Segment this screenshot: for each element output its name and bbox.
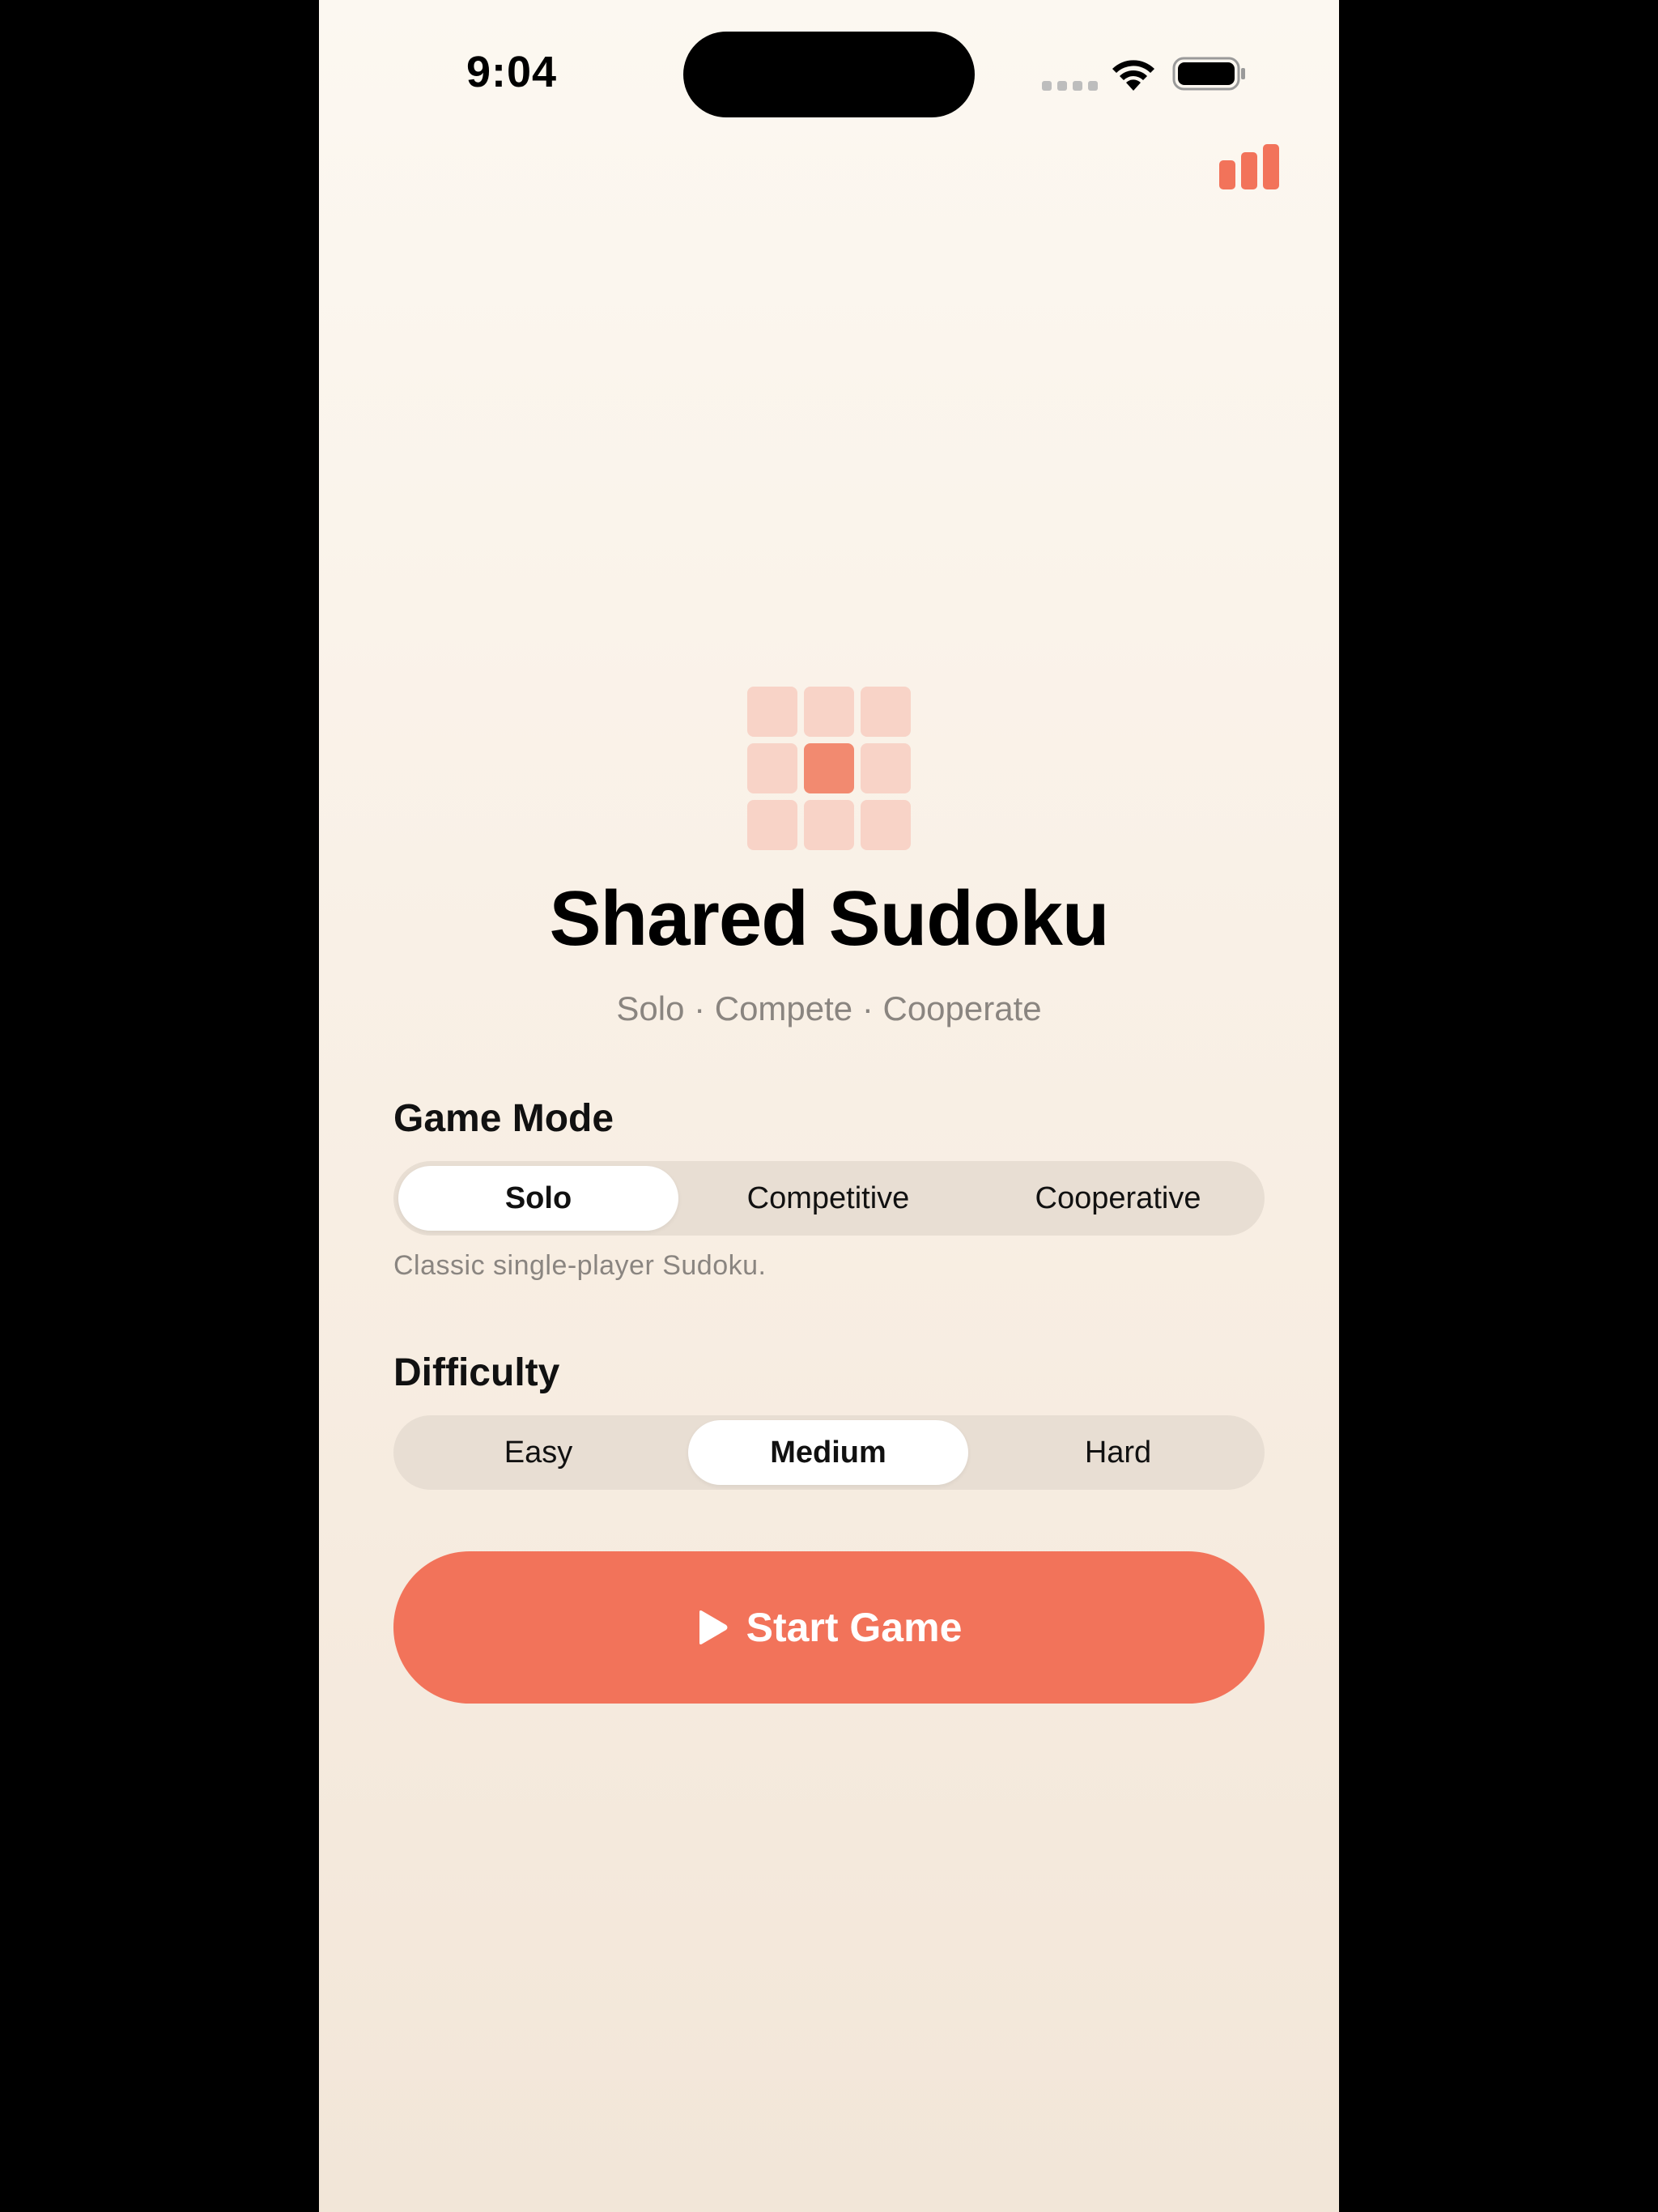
- logo-cell: [747, 687, 797, 737]
- wifi-icon: [1112, 60, 1154, 91]
- app-screen: 9:04 Shared Sudoku Solo · Compete · Coop…: [319, 0, 1339, 2212]
- game-mode-segmented-control: Solo Competitive Cooperative: [393, 1161, 1265, 1236]
- difficulty-option-hard[interactable]: Hard: [978, 1420, 1258, 1485]
- app-title: Shared Sudoku: [549, 875, 1109, 962]
- logo-cell: [861, 743, 911, 793]
- mode-option-cooperative[interactable]: Cooperative: [978, 1166, 1258, 1231]
- logo-cell: [861, 800, 911, 850]
- logo-cell-center: [804, 743, 854, 793]
- game-mode-label: Game Mode: [393, 1097, 614, 1140]
- logo-cell: [747, 800, 797, 850]
- battery-icon: [1172, 57, 1245, 91]
- logo-cell: [804, 800, 854, 850]
- difficulty-option-easy[interactable]: Easy: [398, 1420, 678, 1485]
- mode-option-competitive[interactable]: Competitive: [688, 1166, 968, 1231]
- status-time: 9:04: [466, 48, 558, 96]
- logo-cell: [804, 687, 854, 737]
- bar-chart-icon[interactable]: [1219, 144, 1281, 189]
- difficulty-label: Difficulty: [393, 1351, 560, 1394]
- difficulty-option-medium[interactable]: Medium: [688, 1420, 968, 1485]
- logo-cell: [747, 743, 797, 793]
- logo-cell: [861, 687, 911, 737]
- app-subtitle: Solo · Compete · Cooperate: [616, 989, 1042, 1027]
- mode-option-solo[interactable]: Solo: [398, 1166, 678, 1231]
- dynamic-island: [683, 32, 975, 117]
- start-game-label: Start Game: [746, 1605, 963, 1650]
- cellular-signal-icon: [1042, 81, 1099, 91]
- sudoku-logo-icon: [747, 687, 911, 850]
- difficulty-segmented-control: Easy Medium Hard: [393, 1415, 1265, 1490]
- play-icon: [699, 1610, 728, 1644]
- game-mode-description: Classic single-player Sudoku.: [393, 1250, 767, 1281]
- start-game-button[interactable]: Start Game: [393, 1551, 1265, 1704]
